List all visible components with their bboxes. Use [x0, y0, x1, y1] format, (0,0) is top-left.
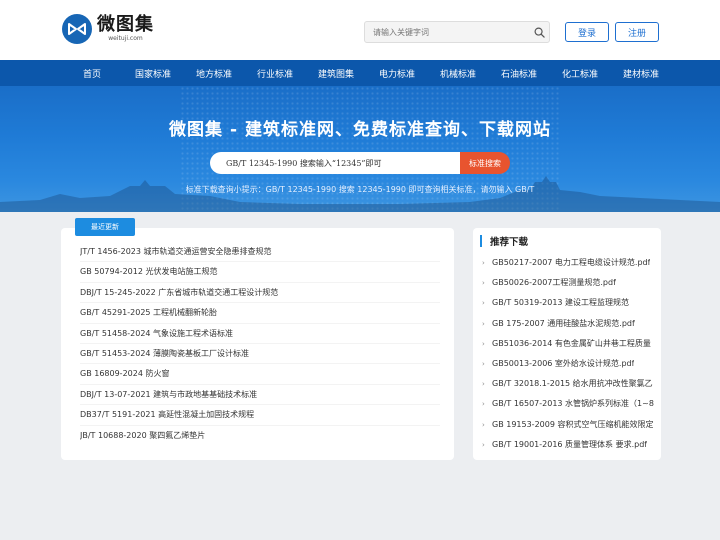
nav-item-electric[interactable]: 电力标准 [379, 67, 415, 80]
chevron-right-icon: › [482, 380, 485, 389]
site-header: 微图集 weituji.com 登录 注册 [0, 0, 720, 60]
nav-item-national[interactable]: 国家标准 [135, 67, 171, 80]
recommended-downloads-panel: 推荐下载 › GB50217-2007 电力工程电缆设计规范.pdf › GB500… [473, 228, 661, 460]
recommended-title-text: 推荐下载 [490, 237, 529, 248]
list-item-label: GB50026-2007工程测量规范.pdf [492, 278, 616, 288]
list-item[interactable]: › GB/T 16507-2013 水管锅炉系列标准（1~8 [482, 394, 654, 414]
title-accent-bar [480, 235, 482, 247]
list-item-label: GB 19153-2009 容积式空气压缩机能效限定 [492, 419, 654, 429]
chevron-right-icon: › [482, 440, 485, 449]
list-item[interactable]: DBJ/T 15-245-2022 广东省城市轨道交通工程设计规范 [80, 283, 440, 304]
list-item[interactable]: DBJ/T 13-07-2021 建筑与市政地基基础技术标准 [80, 385, 440, 406]
list-item[interactable]: › GB51036-2014 有色金属矿山井巷工程质量 [482, 334, 654, 354]
nav-item-chemical[interactable]: 化工标准 [562, 67, 598, 80]
login-button[interactable]: 登录 [565, 22, 609, 42]
search-tip: 标准下载查询小提示：GB/T 12345-1990 搜索 12345-1990 … [185, 185, 535, 194]
banner-title: 微图集 - 建筑标准网、免费标准查询、下载网站 [169, 120, 551, 140]
list-item[interactable]: › GB/T 19001-2016 质量管理体系 要求.pdf [482, 435, 654, 455]
list-item-label: GB 175-2007 通用硅酸盐水泥规范.pdf [492, 318, 635, 328]
recommended-title: 推荐下载 [480, 233, 528, 249]
chevron-right-icon: › [482, 420, 485, 429]
chevron-right-icon: › [482, 279, 485, 288]
list-item[interactable]: DB37/T 5191-2021 高延性混凝土加固技术规程 [80, 405, 440, 426]
list-item[interactable]: GB 50794-2012 光伏发电站施工规范 [80, 262, 440, 283]
nav-item-industry[interactable]: 行业标准 [257, 67, 293, 80]
list-item[interactable]: JB/T 10688-2020 聚四氟乙烯垫片 [80, 426, 440, 446]
chevron-right-icon: › [482, 339, 485, 348]
list-item[interactable]: GB/T 51458-2024 气象设施工程术语标准 [80, 324, 440, 344]
header-search-input[interactable] [365, 22, 529, 42]
list-item[interactable]: › GB 175-2007 通用硅酸盐水泥规范.pdf [482, 314, 654, 334]
standard-search-button[interactable]: 标准搜索 [460, 152, 510, 174]
list-item[interactable]: › GB50217-2007 电力工程电缆设计规范.pdf [482, 253, 654, 273]
latest-updates-panel: 最近更新 JT/T 1456-2023 城市轨道交通运营安全隐患排查规范 GB … [61, 218, 454, 460]
list-item[interactable]: › GB/T 50319-2013 建设工程监理规范 [482, 293, 654, 313]
banner-search-input[interactable] [210, 152, 460, 174]
list-item-label: GB51036-2014 有色金属矿山井巷工程质量 [492, 338, 651, 348]
list-item[interactable]: › GB/T 32018.1-2015 给水用抗冲改性聚氯乙 [482, 374, 654, 394]
list-item-label: GB/T 50319-2013 建设工程监理规范 [492, 298, 630, 308]
hero-banner: 微图集 - 建筑标准网、免费标准查询、下载网站 标准搜索 标准下载查询小提示：G… [0, 86, 720, 212]
nav-item-building-materials[interactable]: 建材标准 [623, 67, 659, 80]
list-item-label: GB/T 19001-2016 质量管理体系 要求.pdf [492, 439, 648, 449]
list-item[interactable]: › GB50013-2006 室外给水设计规范.pdf [482, 354, 654, 374]
chevron-right-icon: › [482, 400, 485, 409]
chevron-right-icon: › [482, 319, 485, 328]
main-nav: 首页 国家标准 地方标准 行业标准 建筑图集 电力标准 机械标准 石油标准 化工… [0, 60, 720, 86]
recommended-list: › GB50217-2007 电力工程电缆设计规范.pdf › GB50026-20… [482, 253, 654, 455]
nav-item-petroleum[interactable]: 石油标准 [501, 67, 537, 80]
latest-updates-list: JT/T 1456-2023 城市轨道交通运营安全隐患排查规范 GB 50794… [80, 242, 440, 446]
list-item[interactable]: › GB 19153-2009 容积式空气压缩机能效限定 [482, 415, 654, 435]
logo-mark-icon [62, 14, 92, 44]
list-item[interactable]: JT/T 1456-2023 城市轨道交通运营安全隐患排查规范 [80, 242, 440, 263]
nav-item-building-atlas[interactable]: 建筑图集 [318, 67, 354, 80]
list-item-label: GB/T 32018.1-2015 给水用抗冲改性聚氯乙 [492, 379, 653, 389]
nav-item-home[interactable]: 首页 [83, 67, 101, 80]
tab-latest-updates[interactable]: 最近更新 [75, 218, 135, 236]
list-item[interactable]: GB 16809-2024 防火窗 [80, 364, 440, 385]
nav-item-mechanical[interactable]: 机械标准 [440, 67, 476, 80]
list-item-label: GB/T 16507-2013 水管锅炉系列标准（1~8 [492, 399, 654, 409]
search-icon[interactable] [529, 22, 549, 42]
chevron-right-icon: › [482, 299, 485, 308]
chevron-right-icon: › [482, 359, 485, 368]
list-item[interactable]: › GB50026-2007工程测量规范.pdf [482, 273, 654, 293]
banner-search: 标准搜索 [210, 152, 510, 174]
header-search [364, 21, 550, 43]
chevron-right-icon: › [482, 259, 485, 267]
logo-subtext: weituji.com [108, 35, 143, 42]
logo-text: 微图集 [97, 14, 154, 35]
list-item[interactable]: GB/T 51453-2024 薄膜陶瓷基板工厂设计标准 [80, 344, 440, 365]
list-item[interactable]: GB/T 45291-2025 工程机械翻新轮胎 [80, 303, 440, 324]
register-button[interactable]: 注册 [615, 22, 659, 42]
site-logo[interactable]: 微图集 weituji.com [62, 14, 154, 44]
nav-item-local[interactable]: 地方标准 [196, 67, 232, 80]
list-item-label: GB50013-2006 室外给水设计规范.pdf [492, 358, 635, 368]
list-item-label: GB50217-2007 电力工程电缆设计规范.pdf [492, 258, 651, 267]
